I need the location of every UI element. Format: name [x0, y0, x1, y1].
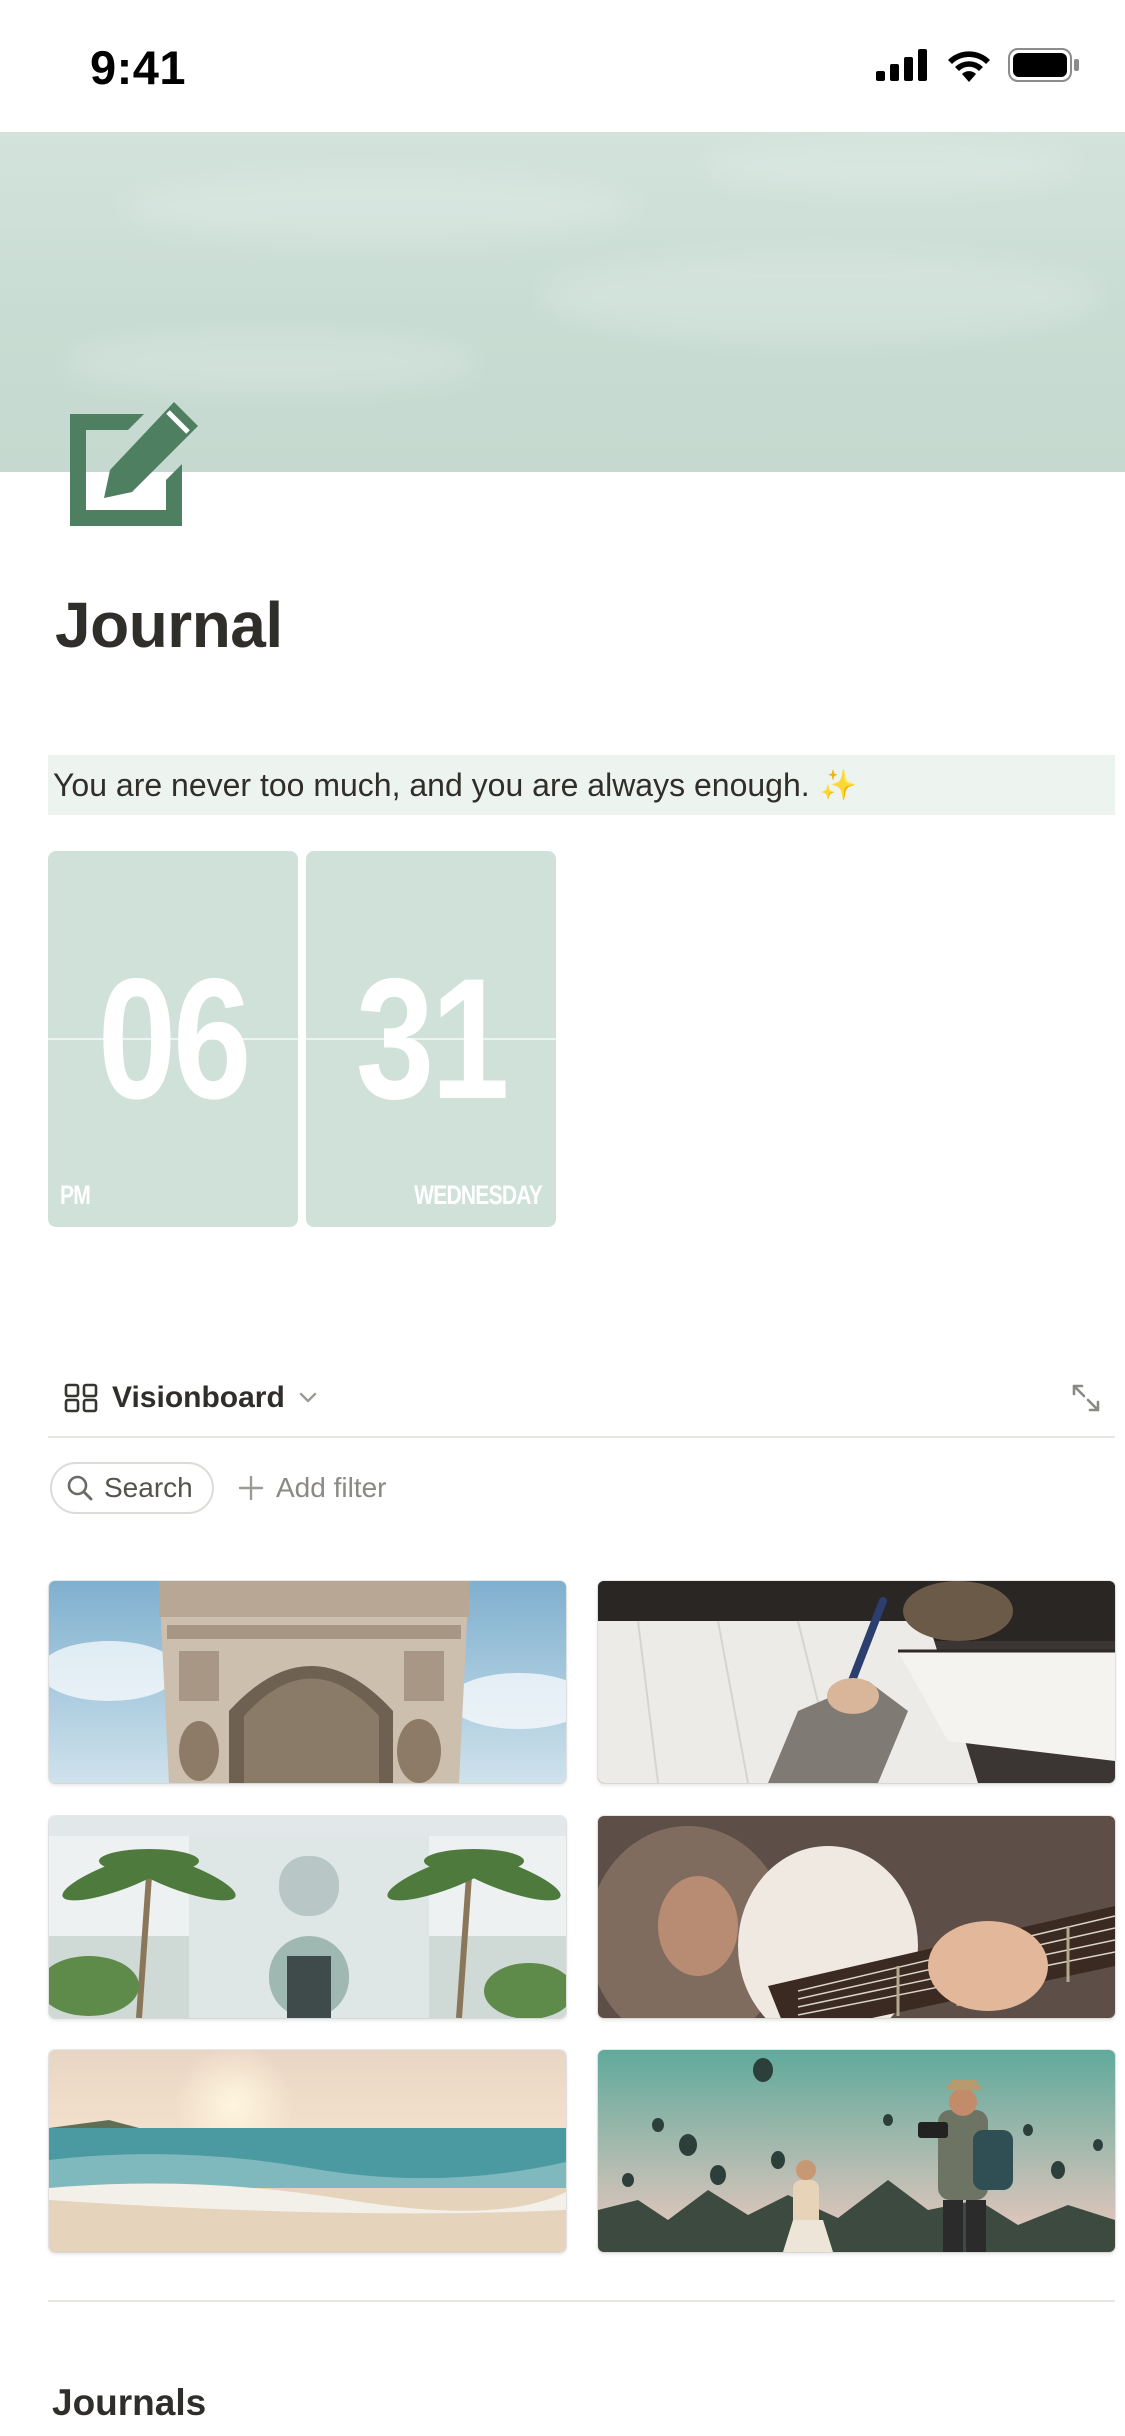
journals-heading[interactable]: Journals	[52, 2382, 206, 2424]
quote-callout[interactable]: You are never too much, and you are alwa…	[48, 755, 1115, 815]
clock-weekday: WEDNESDAY	[414, 1180, 543, 1210]
search-icon	[67, 1475, 93, 1501]
page-title[interactable]: Journal	[55, 588, 283, 662]
gallery-card-palm-house[interactable]	[49, 1816, 566, 2018]
chevron-down-icon	[299, 1392, 317, 1403]
section-divider	[48, 2300, 1115, 2302]
status-icons	[876, 48, 1080, 82]
playing-guitar-photo	[598, 1816, 1115, 2018]
expand-icon[interactable]	[1070, 1382, 1102, 1414]
gallery-card-arc-de-triomphe[interactable]	[49, 1581, 566, 1783]
view-selector[interactable]: Visionboard	[64, 1378, 317, 1418]
cellular-signal-icon	[876, 49, 927, 81]
gallery-card-guitar[interactable]	[598, 1816, 1115, 2018]
database-divider	[48, 1436, 1115, 1438]
gallery-card-balloons[interactable]	[598, 2050, 1115, 2252]
palm-tree-house-photo	[49, 1816, 566, 2018]
flip-divider	[48, 1038, 298, 1040]
sparkles-emoji: ✨	[819, 768, 858, 802]
status-time: 9:41	[90, 41, 187, 94]
status-bar: 9:41	[0, 0, 1125, 132]
gallery-grid-icon	[64, 1383, 98, 1413]
arc-de-triomphe-photo	[49, 1581, 566, 1783]
plus-icon	[238, 1475, 264, 1501]
hot-air-balloons-photo	[598, 2050, 1115, 2252]
beach-sunset-photo	[49, 2050, 566, 2252]
view-name: Visionboard	[112, 1381, 285, 1414]
battery-icon	[1008, 48, 1079, 82]
writing-in-notebook-photo	[598, 1581, 1115, 1783]
clock-minutes-panel: 31 WEDNESDAY	[306, 851, 556, 1227]
search-label: Search	[104, 1472, 193, 1503]
quote-text: You are never too much, and you are alwa…	[53, 766, 810, 803]
search-button[interactable]: Search	[50, 1462, 214, 1514]
gallery-card-writing[interactable]	[598, 1581, 1115, 1783]
add-filter-button[interactable]: Add filter	[238, 1468, 387, 1508]
clock-period: PM	[60, 1180, 91, 1210]
clock-hours-panel: 06 PM	[48, 851, 298, 1227]
add-filter-label: Add filter	[276, 1472, 387, 1503]
flip-divider	[306, 1038, 556, 1040]
edit-note-icon[interactable]	[70, 402, 198, 526]
gallery-card-beach[interactable]	[49, 2050, 566, 2252]
wifi-icon	[948, 51, 990, 82]
